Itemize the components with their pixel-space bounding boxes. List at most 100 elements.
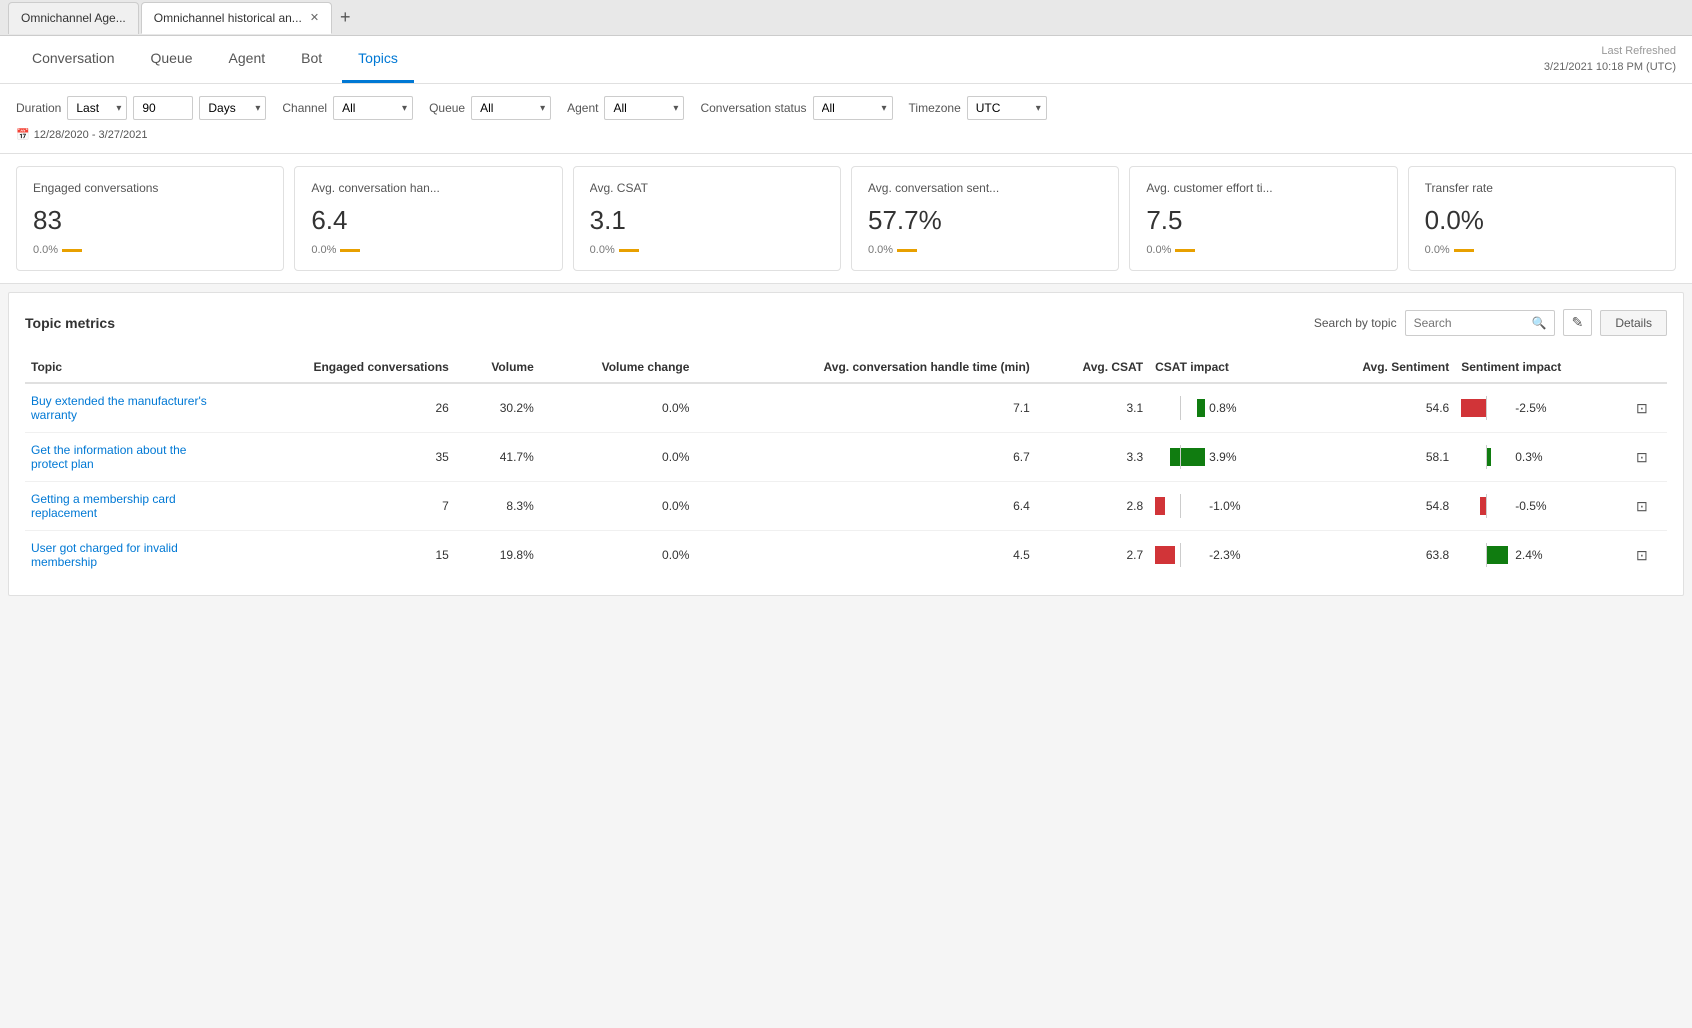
row-action-cell: ⊡ bbox=[1630, 433, 1667, 482]
agent-select[interactable]: All bbox=[604, 96, 684, 120]
row-copy-icon[interactable]: ⊡ bbox=[1636, 498, 1648, 514]
nav-tab-queue[interactable]: Queue bbox=[135, 36, 209, 83]
edit-icon-button[interactable]: ✎ bbox=[1563, 309, 1593, 336]
browser-tab-1-label: Omnichannel Age... bbox=[21, 11, 126, 25]
handle-time-cell: 6.4 bbox=[695, 482, 1035, 531]
col-header-handle-time: Avg. conversation handle time (min) bbox=[695, 352, 1035, 383]
table-header: Topic Engaged conversations Volume Volum… bbox=[25, 352, 1667, 383]
kpi-footer-5: 0.0% bbox=[1425, 244, 1659, 256]
filters-section: Duration Last First Days Hours Channel bbox=[0, 84, 1692, 154]
close-tab-icon[interactable]: ✕ bbox=[310, 11, 319, 24]
csat-impact-cell: 0.8% bbox=[1149, 383, 1301, 433]
kpi-title-5: Transfer rate bbox=[1425, 181, 1659, 195]
duration-unit-select[interactable]: Days Hours bbox=[199, 96, 266, 120]
kpi-card-0: Engaged conversations 83 0.0% bbox=[16, 166, 284, 271]
col-header-actions bbox=[1630, 352, 1667, 383]
kpi-bar-1 bbox=[340, 249, 360, 252]
details-button[interactable]: Details bbox=[1600, 310, 1667, 336]
engaged-cell: 35 bbox=[225, 433, 455, 482]
timezone-select[interactable]: UTC bbox=[967, 96, 1047, 120]
conversation-status-label: Conversation status bbox=[700, 101, 806, 115]
timezone-select-wrapper: UTC bbox=[967, 96, 1047, 120]
channel-filter-group: Channel All bbox=[282, 96, 413, 120]
timezone-filter-group: Timezone UTC bbox=[909, 96, 1047, 120]
queue-select[interactable]: All bbox=[471, 96, 551, 120]
kpi-change-4: 0.0% bbox=[1146, 244, 1171, 256]
kpi-value-5: 0.0% bbox=[1425, 205, 1659, 236]
duration-select[interactable]: Last First bbox=[67, 96, 127, 120]
search-wrapper: 🔍 bbox=[1405, 310, 1555, 336]
table-row: Get the information about the protect pl… bbox=[25, 433, 1667, 482]
kpi-change-1: 0.0% bbox=[311, 244, 336, 256]
duration-number-input[interactable] bbox=[133, 96, 193, 120]
kpi-change-2: 0.0% bbox=[590, 244, 615, 256]
topic-name-cell[interactable]: Buy extended the manufacturer's warranty bbox=[25, 383, 225, 433]
row-copy-icon[interactable]: ⊡ bbox=[1636, 547, 1648, 563]
kpi-value-1: 6.4 bbox=[311, 205, 545, 236]
col-header-sentiment-impact: Sentiment impact bbox=[1455, 352, 1630, 383]
topic-metrics-title: Topic metrics bbox=[25, 315, 115, 331]
topic-name-cell[interactable]: Getting a membership card replacement bbox=[25, 482, 225, 531]
kpi-card-5: Transfer rate 0.0% 0.0% bbox=[1408, 166, 1676, 271]
volume-cell: 19.8% bbox=[455, 531, 540, 580]
handle-time-cell: 7.1 bbox=[695, 383, 1035, 433]
avg-csat-cell: 3.1 bbox=[1036, 383, 1149, 433]
avg-csat-cell: 2.8 bbox=[1036, 482, 1149, 531]
handle-time-cell: 4.5 bbox=[695, 531, 1035, 580]
avg-sentiment-cell: 54.8 bbox=[1301, 482, 1455, 531]
conversation-status-select[interactable]: All bbox=[813, 96, 893, 120]
volume-change-cell: 0.0% bbox=[540, 383, 696, 433]
row-copy-icon[interactable]: ⊡ bbox=[1636, 400, 1648, 416]
row-action-cell: ⊡ bbox=[1630, 383, 1667, 433]
search-input[interactable] bbox=[1405, 310, 1555, 336]
sentiment-impact-cell: -2.5% bbox=[1455, 383, 1630, 433]
sentiment-impact-value: 0.3% bbox=[1515, 450, 1542, 464]
col-header-volume-change: Volume change bbox=[540, 352, 696, 383]
sentiment-impact-value: 2.4% bbox=[1515, 548, 1542, 562]
kpi-footer-1: 0.0% bbox=[311, 244, 545, 256]
topic-controls: Search by topic 🔍 ✎ Details bbox=[1314, 309, 1667, 336]
kpi-footer-0: 0.0% bbox=[33, 244, 267, 256]
row-action-cell: ⊡ bbox=[1630, 531, 1667, 580]
nav-tab-bot[interactable]: Bot bbox=[285, 36, 338, 83]
channel-select[interactable]: All bbox=[333, 96, 413, 120]
calendar-icon: 📅 bbox=[16, 128, 30, 141]
csat-impact-cell: 3.9% bbox=[1149, 433, 1301, 482]
browser-tab-2-label: Omnichannel historical an... bbox=[154, 11, 302, 25]
avg-csat-cell: 2.7 bbox=[1036, 531, 1149, 580]
avg-sentiment-cell: 58.1 bbox=[1301, 433, 1455, 482]
new-tab-button[interactable]: + bbox=[334, 7, 357, 28]
last-refreshed-value: 3/21/2021 10:18 PM (UTC) bbox=[1544, 60, 1676, 75]
conversation-status-filter-group: Conversation status All bbox=[700, 96, 892, 120]
col-header-avg-csat: Avg. CSAT bbox=[1036, 352, 1149, 383]
kpi-card-3: Avg. conversation sent... 57.7% 0.0% bbox=[851, 166, 1119, 271]
agent-label: Agent bbox=[567, 101, 598, 115]
search-by-topic-label: Search by topic bbox=[1314, 316, 1397, 330]
col-header-engaged: Engaged conversations bbox=[225, 352, 455, 383]
row-copy-icon[interactable]: ⊡ bbox=[1636, 449, 1648, 465]
nav-tab-topics[interactable]: Topics bbox=[342, 36, 414, 83]
topic-name-cell[interactable]: Get the information about the protect pl… bbox=[25, 433, 225, 482]
nav-tabs: Conversation Queue Agent Bot Topics bbox=[16, 36, 418, 83]
csat-impact-cell: -1.0% bbox=[1149, 482, 1301, 531]
duration-label: Duration bbox=[16, 101, 61, 115]
col-header-topic: Topic bbox=[25, 352, 225, 383]
kpi-bar-4 bbox=[1175, 249, 1195, 252]
topic-name-cell[interactable]: User got charged for invalid membership bbox=[25, 531, 225, 580]
kpi-footer-3: 0.0% bbox=[868, 244, 1102, 256]
filters-row: Duration Last First Days Hours Channel bbox=[16, 96, 1676, 120]
nav-tab-conversation[interactable]: Conversation bbox=[16, 36, 131, 83]
volume-cell: 30.2% bbox=[455, 383, 540, 433]
kpi-bar-5 bbox=[1454, 249, 1474, 252]
browser-tab-2[interactable]: Omnichannel historical an... ✕ bbox=[141, 2, 332, 34]
duration-filter-group: Duration Last First Days Hours bbox=[16, 96, 266, 120]
kpi-bar-2 bbox=[619, 249, 639, 252]
nav-tab-agent[interactable]: Agent bbox=[213, 36, 282, 83]
browser-tab-1[interactable]: Omnichannel Age... bbox=[8, 2, 139, 34]
sentiment-impact-value: -0.5% bbox=[1515, 499, 1546, 513]
volume-change-cell: 0.0% bbox=[540, 482, 696, 531]
col-header-volume: Volume bbox=[455, 352, 540, 383]
handle-time-cell: 6.7 bbox=[695, 433, 1035, 482]
sentiment-impact-cell: -0.5% bbox=[1455, 482, 1630, 531]
topic-header: Topic metrics Search by topic 🔍 ✎ Detail… bbox=[25, 309, 1667, 336]
